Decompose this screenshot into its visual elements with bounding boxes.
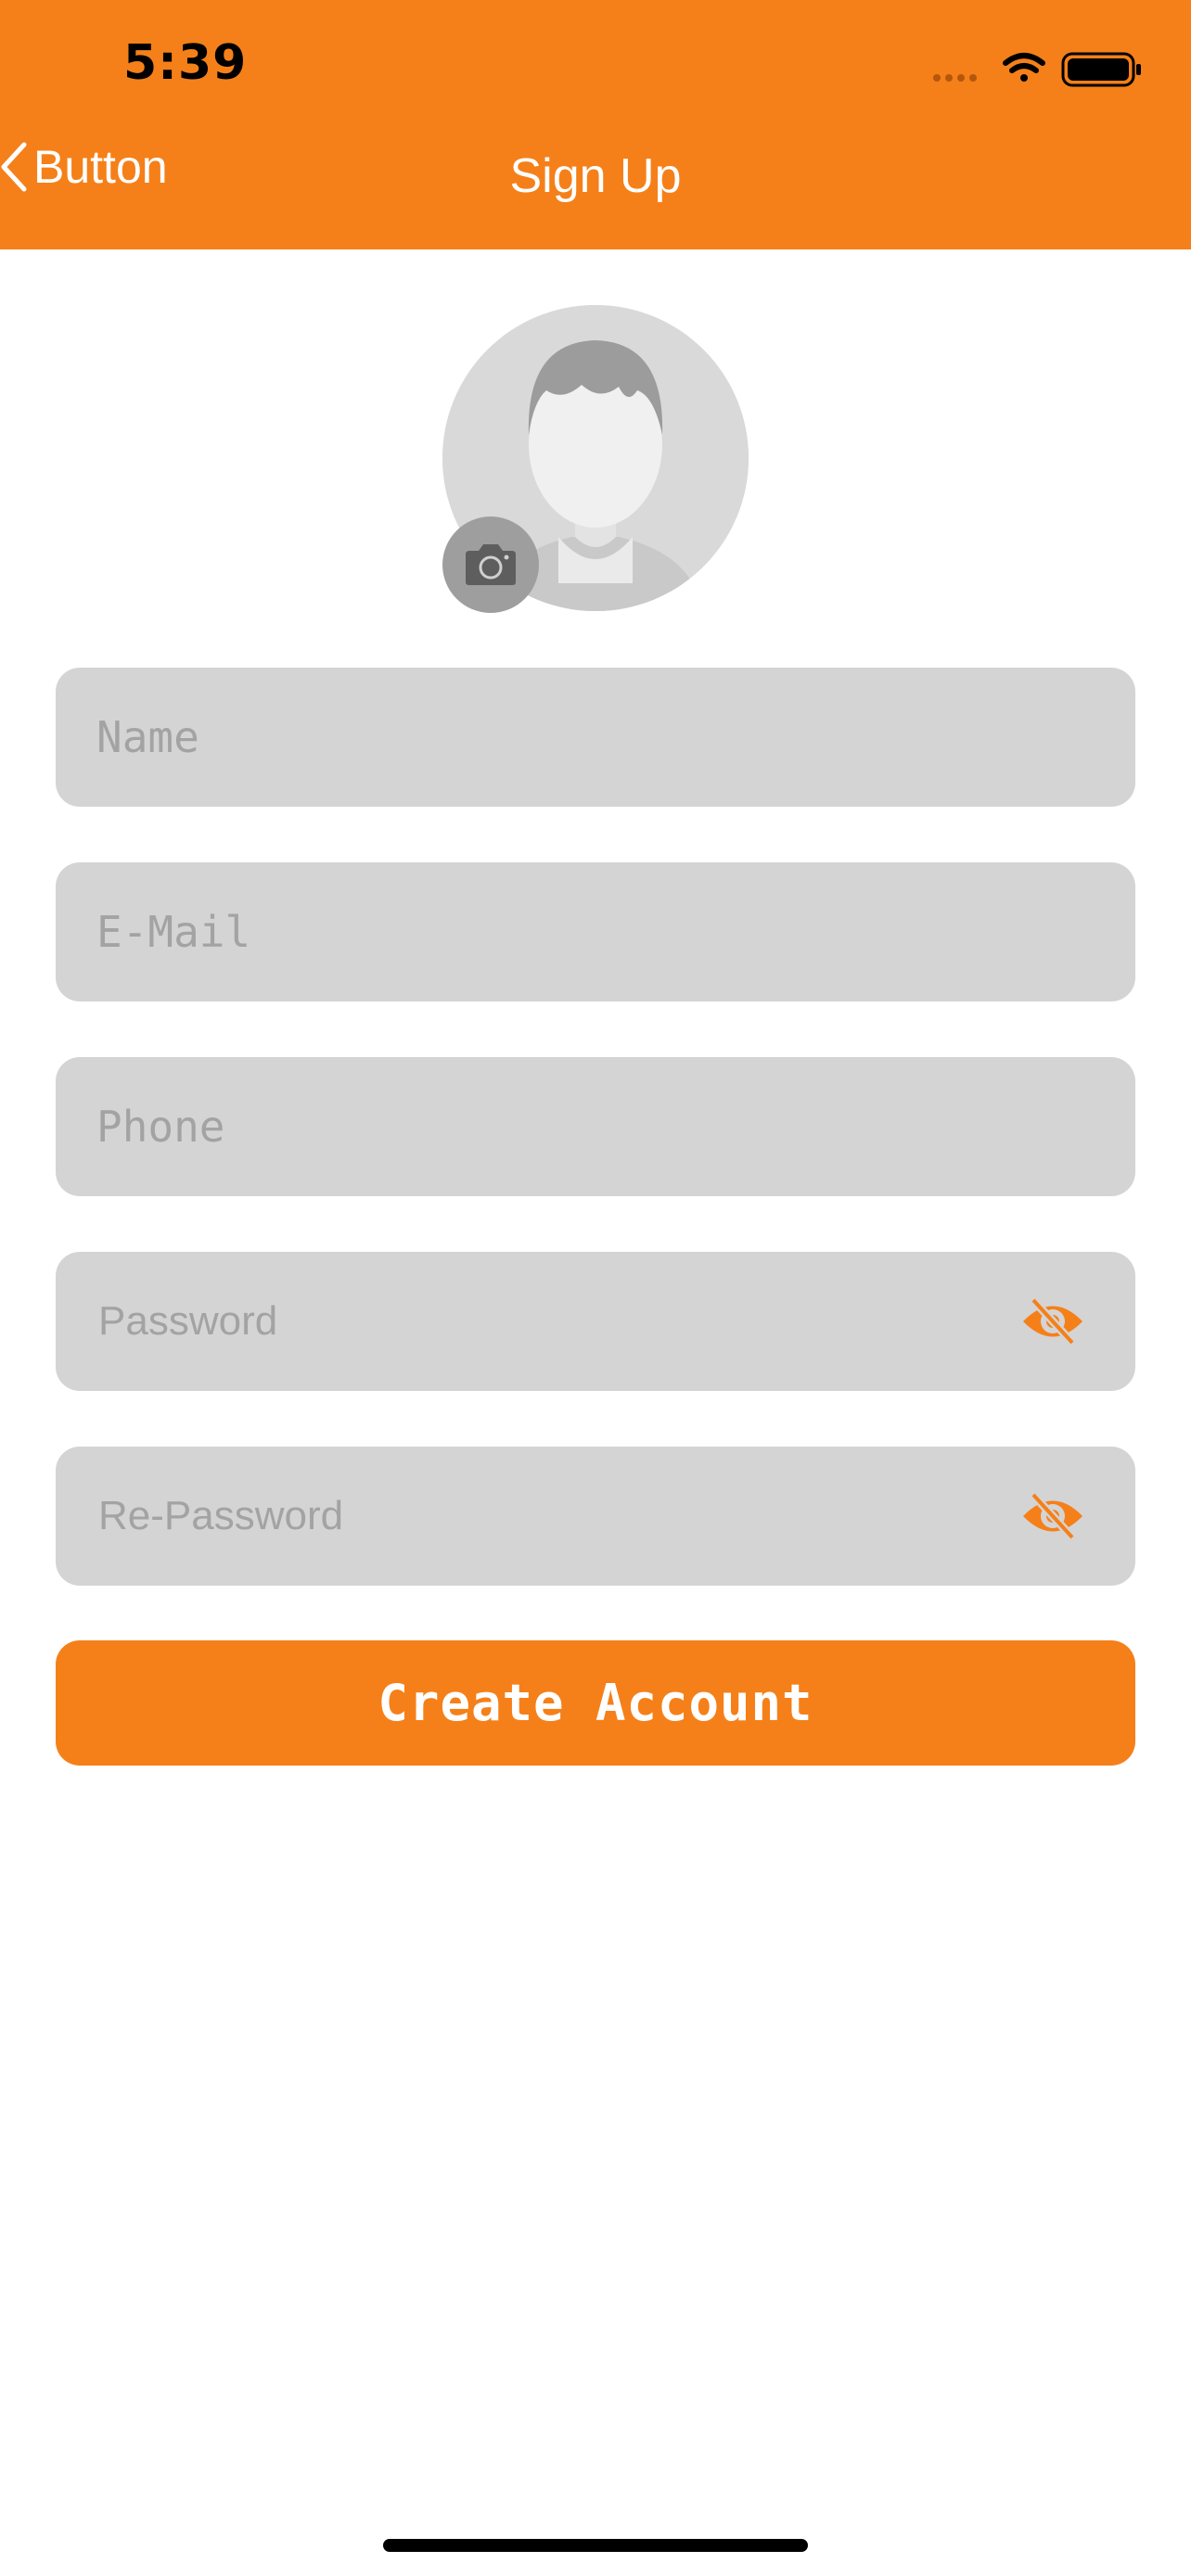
- name-field[interactable]: [56, 668, 1135, 807]
- repassword-input[interactable]: [56, 1447, 1135, 1586]
- wifi-icon: [1003, 53, 1045, 82]
- repassword-field[interactable]: [56, 1447, 1135, 1586]
- battery-icon: [1061, 52, 1141, 87]
- nav-bar: 5:39 Button Sign Up: [0, 0, 1191, 249]
- email-field[interactable]: [56, 862, 1135, 1001]
- create-account-button[interactable]: Create Account: [56, 1640, 1135, 1766]
- eye-slash-icon: [1023, 1491, 1082, 1541]
- name-input[interactable]: [56, 668, 1135, 807]
- page-title: Sign Up: [509, 149, 682, 203]
- signal-icon: [933, 74, 977, 82]
- repassword-visibility-toggle[interactable]: [1020, 1491, 1085, 1541]
- home-indicator: [383, 2539, 808, 2552]
- camera-icon: [466, 544, 516, 585]
- password-visibility-toggle[interactable]: [1020, 1296, 1085, 1346]
- eye-slash-icon: [1023, 1296, 1082, 1346]
- phone-field[interactable]: [56, 1057, 1135, 1196]
- phone-input[interactable]: [56, 1057, 1135, 1196]
- status-time: 5:39: [123, 35, 248, 91]
- avatar-picker[interactable]: [442, 305, 749, 613]
- email-input[interactable]: [56, 862, 1135, 1001]
- password-input[interactable]: [56, 1252, 1135, 1391]
- status-icons: [933, 46, 1146, 91]
- camera-button[interactable]: [442, 516, 539, 613]
- password-field[interactable]: [56, 1252, 1135, 1391]
